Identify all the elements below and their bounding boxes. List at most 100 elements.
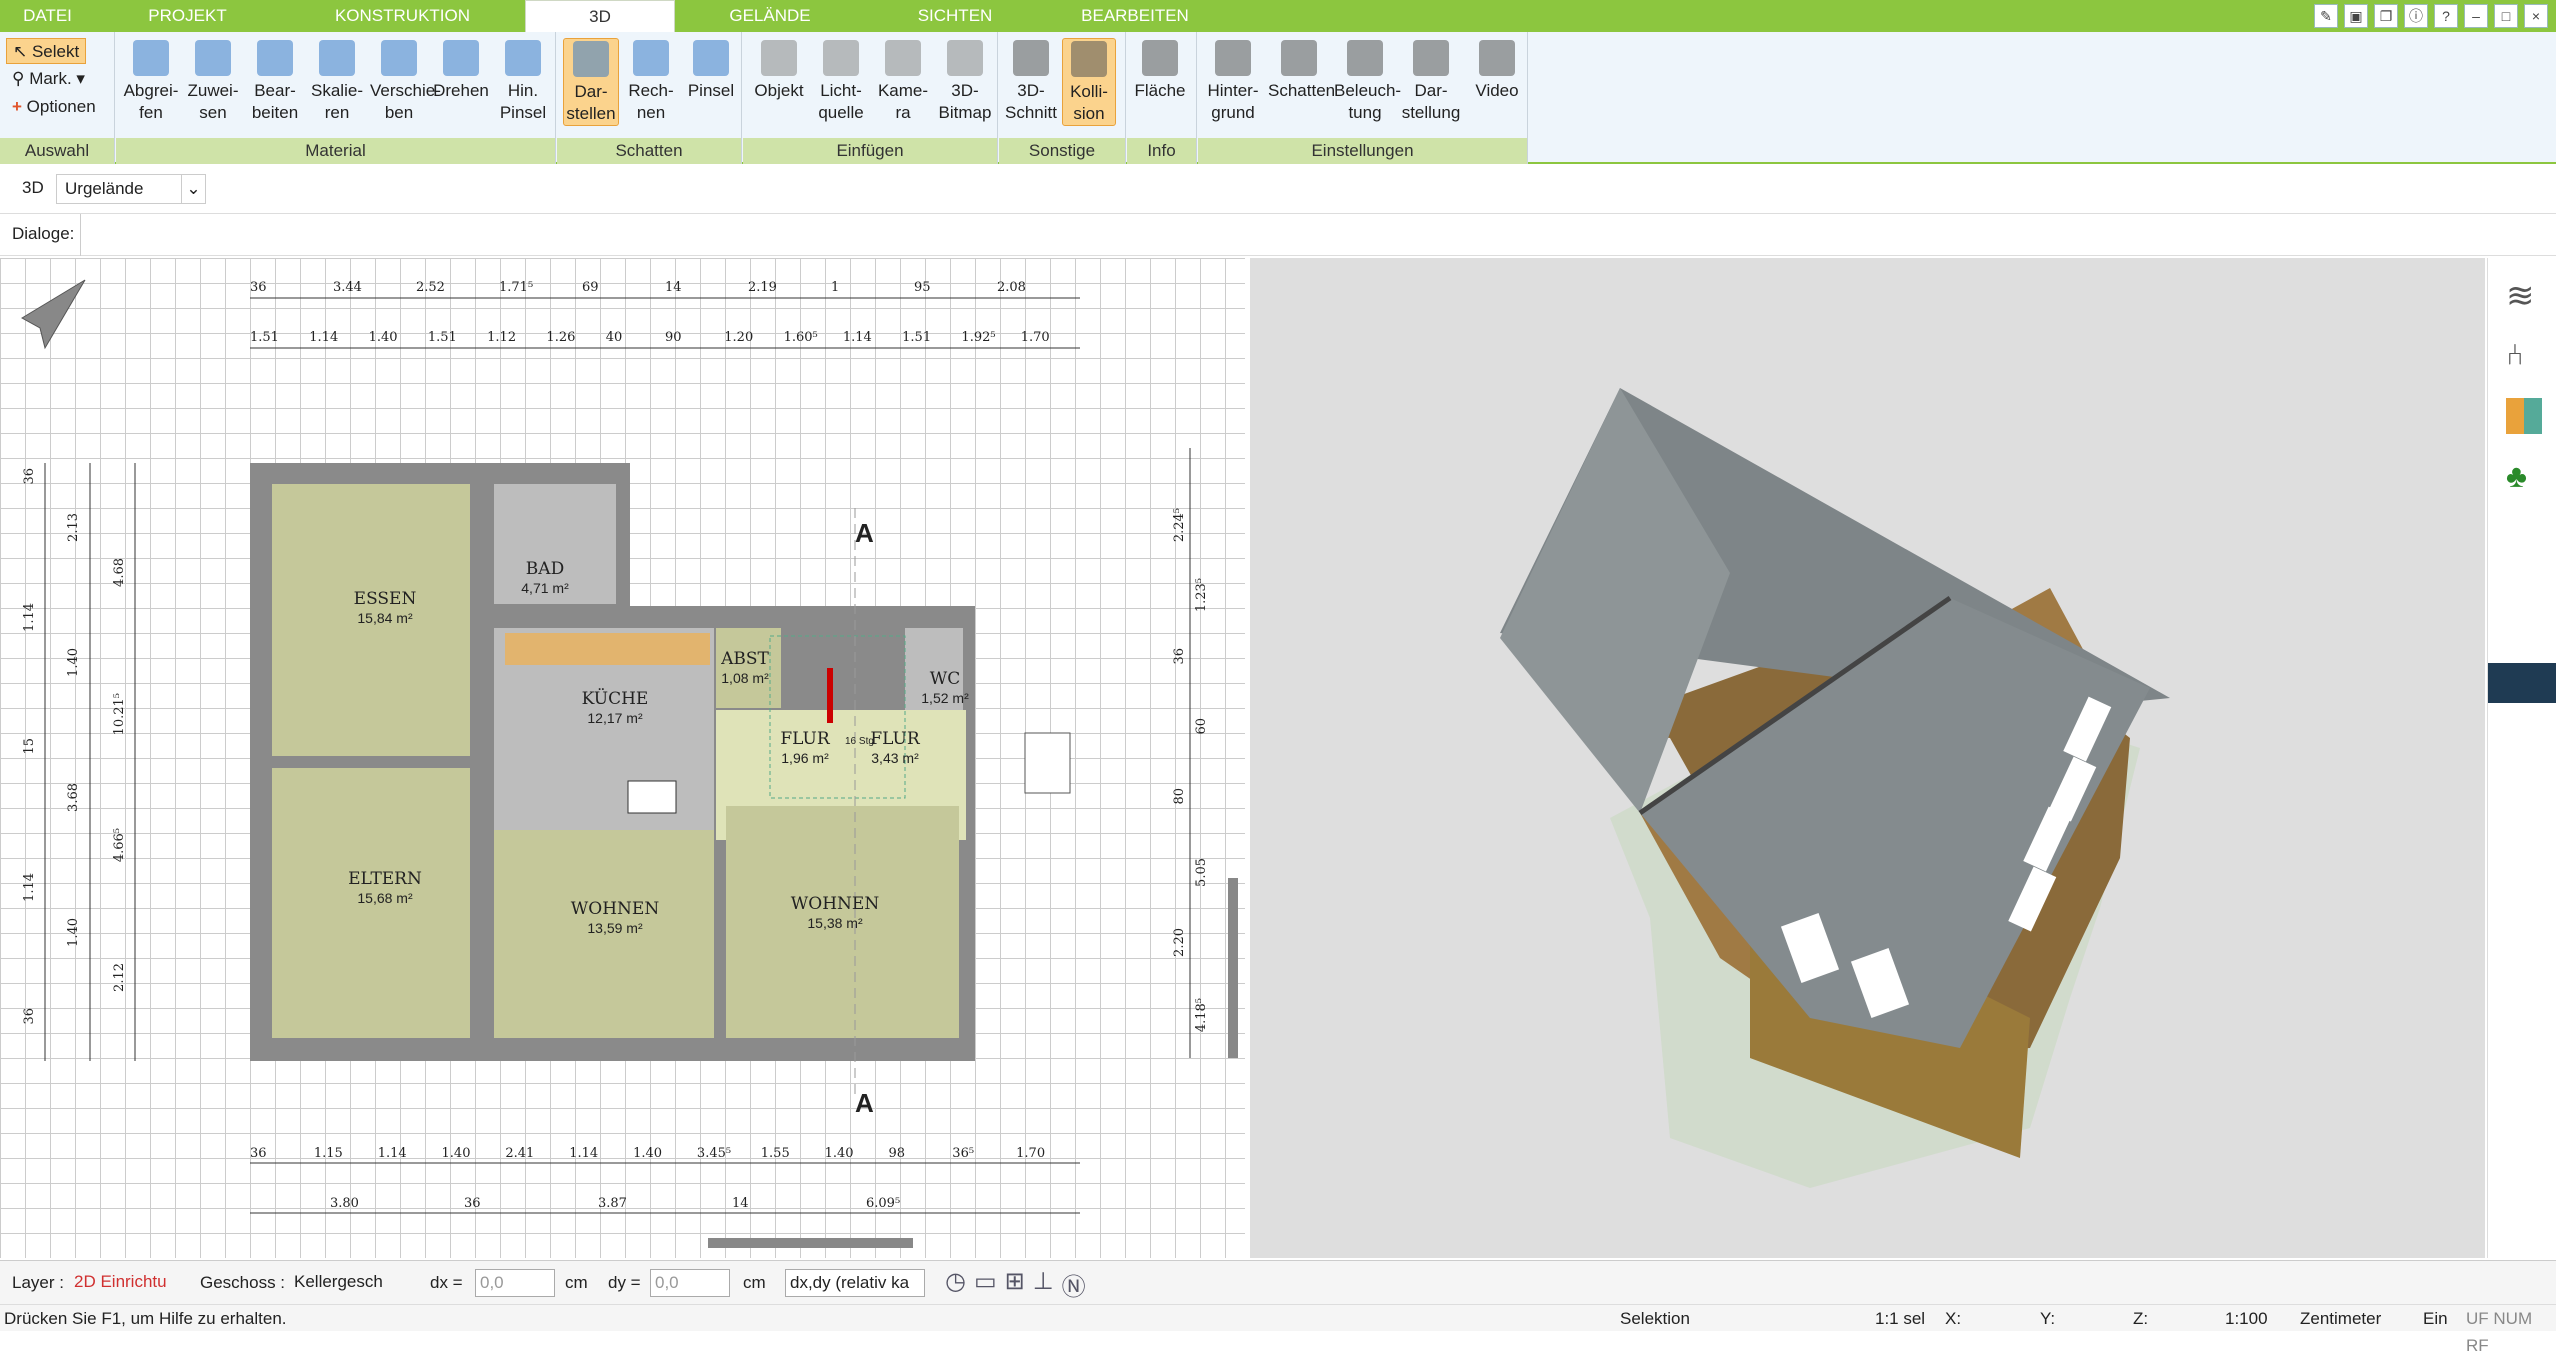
dim-label-left: 4.68 <box>112 558 127 587</box>
selekt-label: Selekt <box>31 42 80 61</box>
info-icon[interactable]: ⓘ <box>2404 4 2428 28</box>
dim-label-top2: 1.40 <box>368 330 398 345</box>
einstellungen-button-1[interactable]: Schatten <box>1268 38 1335 102</box>
sonstige-button-1[interactable]: Kolli- sion <box>1062 38 1116 126</box>
material-button-3[interactable]: Skalie- ren <box>308 38 366 124</box>
chair-icon[interactable]: ⑃ <box>2506 338 2542 374</box>
restore-icon[interactable]: ❐ <box>2374 4 2398 28</box>
einstellungen-4-icon <box>1479 40 1515 76</box>
material-button-0[interactable]: Abgrei- fen <box>122 38 180 124</box>
schatten-button-0[interactable]: Dar- stellen <box>563 38 619 126</box>
hint-text: Drücken Sie F1, um Hilfe zu erhalten. <box>4 1309 287 1328</box>
einfuegen-button-0[interactable]: Objekt <box>750 38 808 102</box>
dim-label-left: 2.13 <box>66 513 81 542</box>
dim-label-top: 95 <box>914 280 931 295</box>
group-label: Auswahl <box>0 138 114 164</box>
dim-label-left: 4.66⁵ <box>112 828 127 863</box>
layer-value: 2D Einrichtu <box>74 1272 167 1291</box>
button-label: Licht- quelle <box>818 81 864 122</box>
sonstige-button-0[interactable]: 3D- Schnitt <box>1004 38 1058 124</box>
tools-icon[interactable]: ✎ <box>2314 4 2338 28</box>
panel-toggle-icon[interactable] <box>2488 663 2556 703</box>
floor-plan-view[interactable]: ESSEN 15,84 m² BAD 4,71 m² KÜCHE 12,17 m² ABST… <box>0 258 1245 1258</box>
dx-input[interactable]: 0,0 <box>475 1269 555 1297</box>
clock-icon[interactable]: ◷ <box>945 1267 966 1302</box>
view-toolbar: 3D Urgelände ⌄ <box>0 166 2556 214</box>
tab-3d[interactable]: 3D <box>525 0 675 32</box>
einstellungen-button-2[interactable]: Beleuch- tung <box>1334 38 1401 124</box>
plan-hscrollbar <box>708 1238 913 1248</box>
dim-label-bottom: 1.55 <box>760 1146 790 1161</box>
room-name: WOHNEN <box>790 894 880 914</box>
grid-snap-icon[interactable]: ⊞ <box>1005 1267 1025 1302</box>
button-label: Fläche <box>1134 81 1186 100</box>
optionen-button[interactable]: + Optionen <box>6 94 102 120</box>
hint-bar: Drücken Sie F1, um Hilfe zu erhalten. Se… <box>0 1304 2556 1355</box>
chevron-down-icon: ⌄ <box>181 175 205 203</box>
maximize-icon[interactable]: □ <box>2494 4 2518 28</box>
material-button-1[interactable]: Zuwei- sen <box>184 38 242 124</box>
einstellungen-button-4[interactable]: Video <box>1466 38 1528 102</box>
schatten-button-1[interactable]: Rech- nen <box>623 38 679 124</box>
plan-vscrollbar <box>1228 878 1238 1058</box>
north-icon[interactable]: Ⓝ <box>1062 1267 1086 1302</box>
schatten-button-2[interactable]: Pinsel <box>683 38 739 102</box>
selektion-label: Selektion <box>1620 1309 1690 1328</box>
material-3-icon <box>319 40 355 76</box>
coord-mode-dropdown[interactable]: dx,dy (relativ ka <box>785 1269 925 1297</box>
tab-datei[interactable]: DATEI <box>0 0 95 32</box>
cursor-icon: ↖ <box>13 42 32 61</box>
einfuegen-button-2[interactable]: Kame- ra <box>874 38 932 124</box>
tree-icon[interactable]: ♣ <box>2506 458 2542 494</box>
button-label: Skalie- ren <box>311 81 363 122</box>
einfuegen-button-3[interactable]: 3D- Bitmap <box>936 38 994 124</box>
material-button-2[interactable]: Bear- beiten <box>246 38 304 124</box>
materials-icon[interactable] <box>2506 398 2542 434</box>
dim-label-right: 2.20 <box>1172 928 1187 957</box>
minimize-icon[interactable]: – <box>2464 4 2488 28</box>
einstellungen-1-icon <box>1281 40 1317 76</box>
material-button-6[interactable]: Hin. Pinsel <box>494 38 552 124</box>
unit-label: Zentimeter <box>2300 1309 2382 1328</box>
3d-view[interactable] <box>1250 258 2485 1258</box>
monitor-icon[interactable]: ▭ <box>974 1267 997 1302</box>
tab-bearbeiten[interactable]: BEARBEITEN <box>1045 0 1225 32</box>
help-icon[interactable]: ? <box>2434 4 2458 28</box>
button-label: Zuwei- sen <box>187 81 239 122</box>
tab-projekt[interactable]: PROJEKT <box>95 0 280 32</box>
room-area: 15,84 m² <box>357 610 413 626</box>
window-icon[interactable]: ▣ <box>2344 4 2368 28</box>
sonstige-1-icon <box>1071 41 1107 77</box>
tab-gelaende[interactable]: GELÄNDE <box>675 0 865 32</box>
einfuegen-button-1[interactable]: Licht- quelle <box>812 38 870 124</box>
room-area: 3,43 m² <box>871 750 919 766</box>
group-label: Einfügen <box>743 138 997 164</box>
material-button-5[interactable]: Drehen <box>432 38 490 102</box>
layer-dropdown[interactable]: 2D Einrichtu ⌄ <box>70 1269 185 1317</box>
group-label: Einstellungen <box>1198 138 1527 164</box>
close-icon[interactable]: × <box>2524 4 2548 28</box>
dy-unit: cm <box>743 1273 766 1292</box>
selekt-button[interactable]: ↖ Selekt <box>6 38 87 64</box>
dim-label-left: 1.40 <box>66 648 81 677</box>
layers-icon[interactable]: ≋ <box>2506 278 2542 314</box>
einstellungen-button-3[interactable]: Dar- stellung <box>1400 38 1462 124</box>
info-button-0[interactable]: Fläche <box>1132 38 1188 102</box>
dy-input[interactable]: 0,0 <box>650 1269 730 1297</box>
dim-label-bottom: 98 <box>888 1146 905 1161</box>
button-label: Drehen <box>433 81 489 100</box>
tab-sichten[interactable]: SICHTEN <box>865 0 1045 32</box>
dim-label-right: 5.05 <box>1194 858 1209 887</box>
dialog-bar: Dialoge: <box>0 214 2556 256</box>
einstellungen-button-0[interactable]: Hinter- grund <box>1202 38 1264 124</box>
terrain-dropdown[interactable]: Urgelände ⌄ <box>56 174 206 204</box>
tab-konstruktion[interactable]: KONSTRUKTION <box>280 0 525 32</box>
dim-label-top2: 1.51 <box>427 330 457 345</box>
material-button-4[interactable]: Verschie- ben <box>370 38 441 124</box>
ortho-icon[interactable]: ⊥ <box>1033 1267 1054 1302</box>
dy-label: dy = <box>608 1273 641 1292</box>
geschoss-dropdown[interactable]: Kellergesch ⌄ <box>290 1269 405 1317</box>
mark-button[interactable]: ⚲ Mark. ▾ <box>6 66 91 92</box>
button-label: Hinter- grund <box>1207 81 1259 122</box>
dim-label-right: 36 <box>1172 648 1187 665</box>
